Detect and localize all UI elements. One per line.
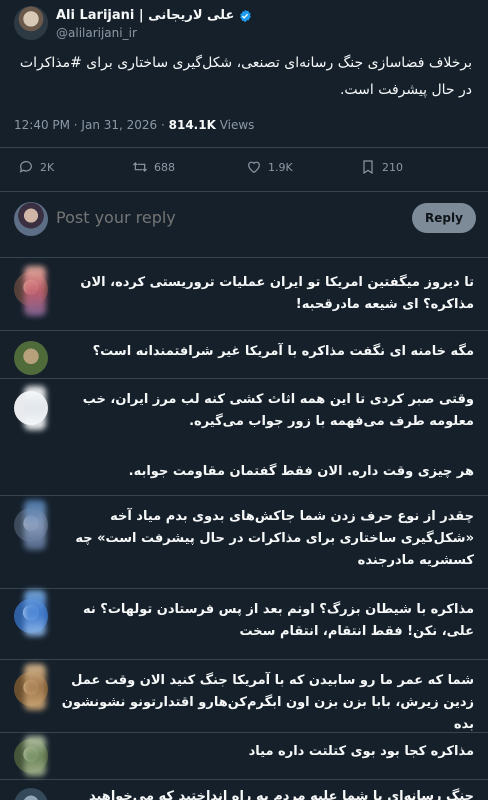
redaction-blur — [24, 736, 46, 776]
tweet-text: برخلاف فضاسازی جنگ رسانه‌ای تصنعی، شکل‌گ… — [19, 55, 472, 98]
reply-composer: Reply — [14, 200, 476, 240]
divider — [0, 191, 488, 192]
author-handle[interactable]: @alilarijani_ir — [56, 26, 137, 40]
redaction-blur — [24, 664, 46, 710]
reply-text: مذاکره کجا بود بوی کتلتت داره میاد — [248, 744, 474, 759]
reply-count: 2K — [40, 160, 55, 174]
reply-action[interactable]: 2K — [18, 159, 54, 175]
like-action[interactable]: 1.9K — [246, 159, 293, 175]
redaction-blur — [24, 266, 46, 316]
bookmark-icon — [363, 160, 373, 175]
redaction-blur — [24, 386, 46, 430]
reply-text: هر چیزی وقت داره. الان فقط گفتمان مقاومت… — [128, 464, 474, 479]
reply-item[interactable]: مذاکره کجا بود بوی کتلتت داره میاد — [0, 733, 488, 779]
tweet-timestamp[interactable]: 12:40 PM · Jan 31, 2026 · — [14, 118, 169, 132]
repost-count: 688 — [154, 160, 175, 174]
reply-item[interactable]: جنگ رسانه‌ای با شما علیه مردم به راه اند… — [0, 780, 488, 800]
divider — [0, 147, 488, 148]
reply-item[interactable]: مگه خامنه ای نگفت مذاکره با آمریکا غیر ش… — [0, 331, 488, 378]
views-count: 814.1K — [168, 118, 216, 132]
reply-icon — [19, 161, 32, 173]
reply-item[interactable]: وقتی صبر کردی تا این همه اثاث کشی کنه لب… — [0, 379, 488, 495]
tweet-meta: 12:40 PM · Jan 31, 2026 · 814.1K Views — [14, 118, 254, 132]
reply-item[interactable]: شما که عمر ما رو سابیدن که با آمریکا جنگ… — [0, 660, 488, 732]
bookmark-action[interactable]: 210 — [360, 159, 403, 175]
like-count: 1.9K — [268, 160, 293, 174]
views-label: Views — [215, 118, 255, 132]
reply-item[interactable]: تا دیروز میگفتین امریکا تو ایران عملیات … — [0, 258, 488, 330]
bookmark-count: 210 — [382, 160, 403, 174]
user-avatar — [14, 202, 48, 236]
heart-icon — [248, 161, 260, 174]
reply-text: وقتی صبر کردی تا این همه اثاث کشی کنه لب… — [82, 392, 474, 429]
tweet-header: Ali Larijani | علی لاریجانی @alilarijani… — [14, 6, 484, 42]
reply-text: شما که عمر ما رو سابیدن که با آمریکا جنگ… — [61, 673, 474, 732]
repost-icon — [132, 162, 148, 172]
author-name-row[interactable]: Ali Larijani | علی لاریجانی — [56, 8, 252, 23]
author-avatar[interactable] — [14, 6, 48, 40]
tweet-actions: 2K 688 1.9K 210 — [14, 159, 484, 179]
redaction-blur — [24, 590, 46, 636]
reply-text: مذاکره با شیطان بزرگ؟ اونم بعد از پس فرس… — [82, 602, 474, 639]
reply-input[interactable] — [56, 208, 396, 227]
repost-action[interactable]: 688 — [132, 159, 175, 175]
reply-item[interactable]: مذاکره با شیطان بزرگ؟ اونم بعد از پس فرس… — [0, 589, 488, 659]
reply-text: مگه خامنه ای نگفت مذاکره با آمریکا غیر ش… — [92, 344, 474, 359]
author-display-name[interactable]: Ali Larijani | علی لاریجانی — [56, 8, 234, 23]
redaction-blur — [24, 500, 46, 550]
reply-item[interactable]: چقدر از نوع حرف زدن شما جاکش‌های بدوی بد… — [0, 496, 488, 588]
reply-avatar[interactable] — [14, 341, 48, 375]
reply-button[interactable]: Reply — [412, 203, 476, 233]
reply-avatar[interactable] — [14, 788, 48, 800]
verified-badge-icon — [240, 9, 252, 22]
reply-text: چقدر از نوع حرف زدن شما جاکش‌های بدوی بد… — [75, 509, 474, 568]
reply-text: جنگ رسانه‌ای با شما علیه مردم به راه اند… — [88, 789, 474, 800]
reply-text: تا دیروز میگفتین امریکا تو ایران عملیات … — [80, 275, 474, 312]
